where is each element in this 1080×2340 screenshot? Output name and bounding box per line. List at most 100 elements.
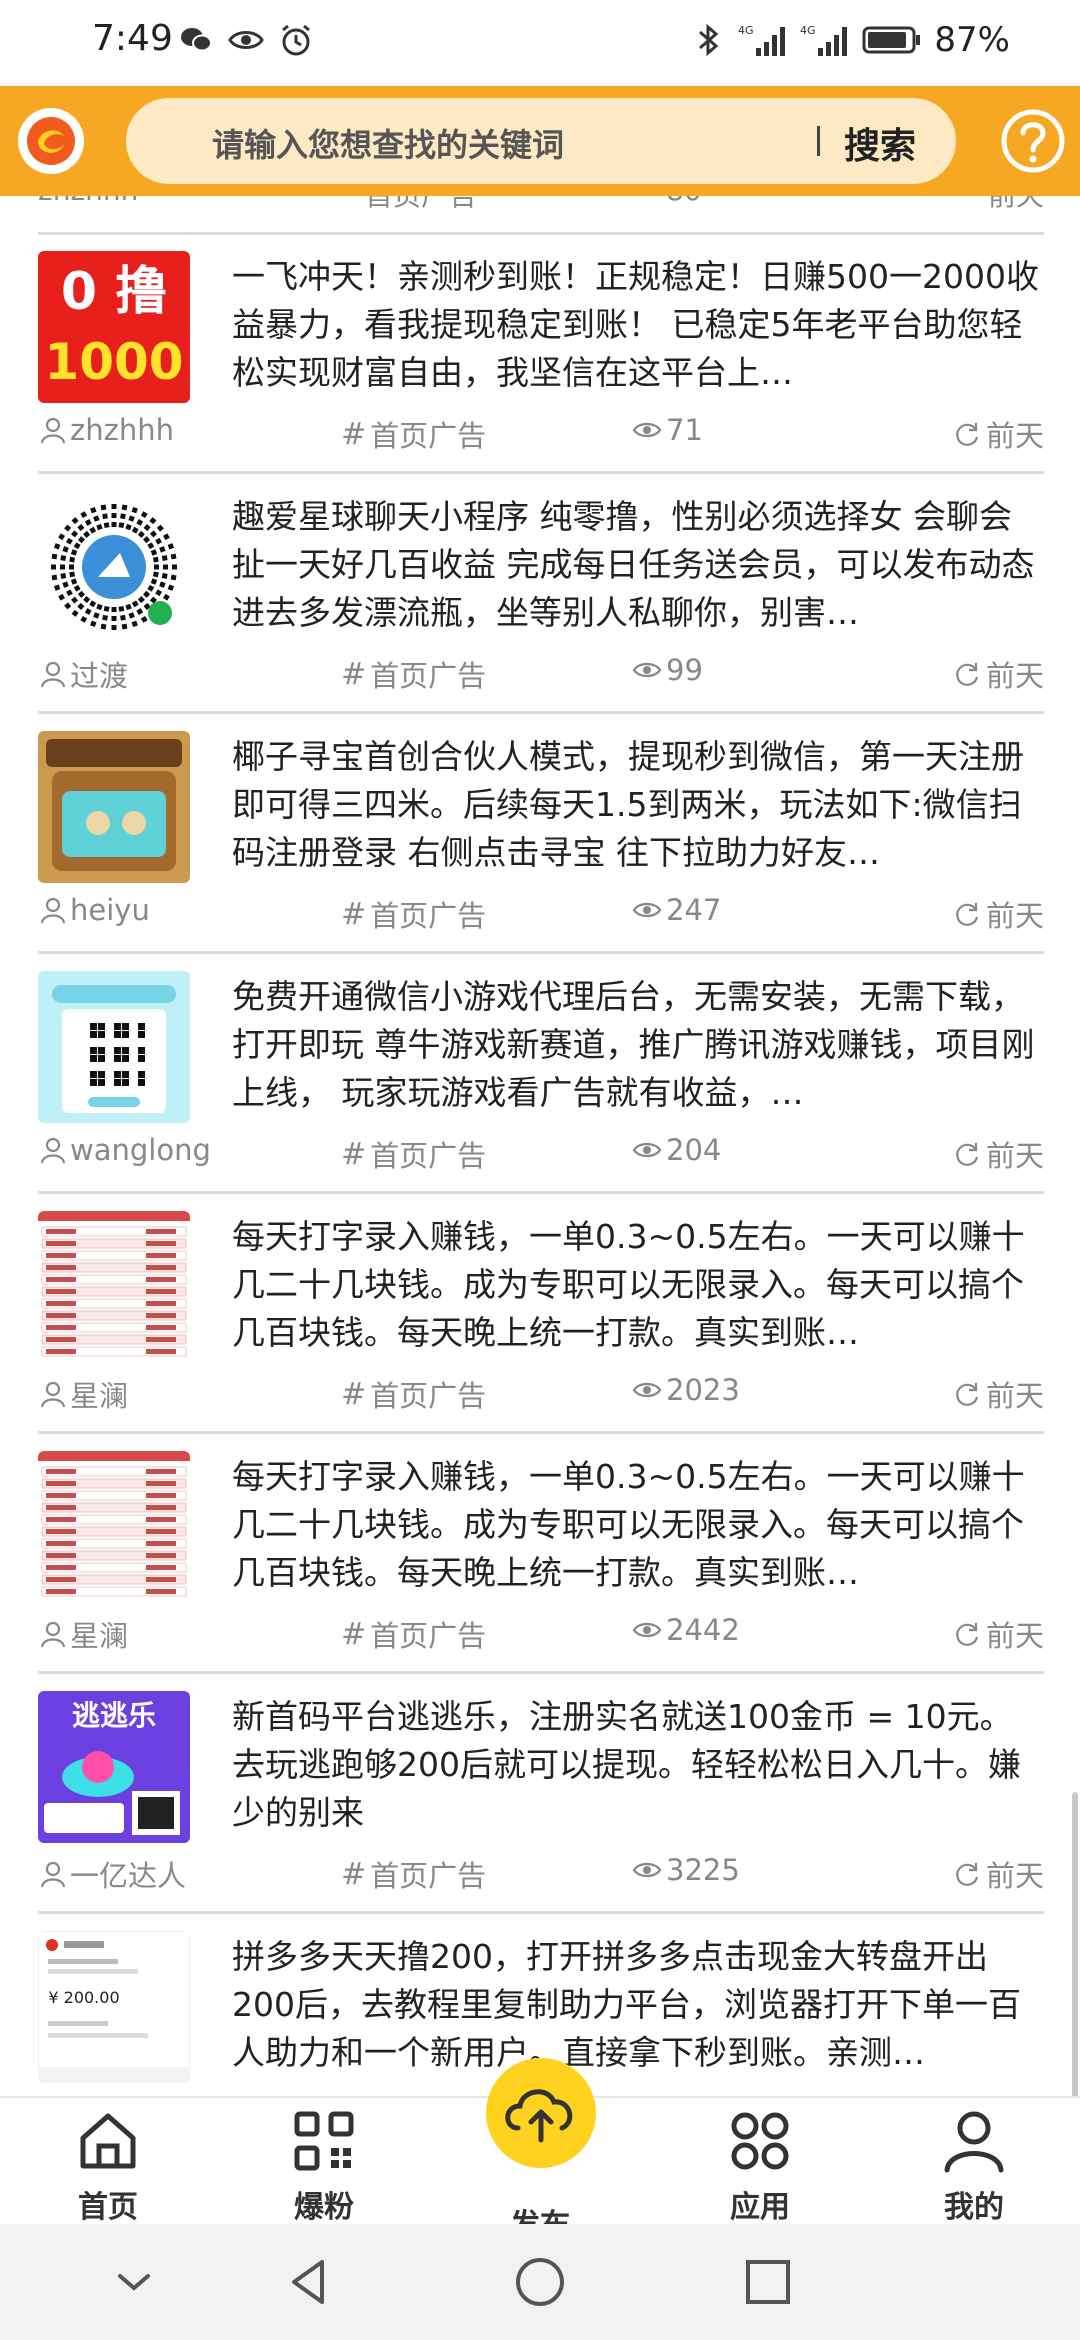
status-time: 7:49: [92, 18, 173, 59]
back-icon[interactable]: [280, 2252, 340, 2312]
list-divider: [38, 1431, 1044, 1434]
eye-icon: [632, 902, 662, 918]
eye-icon: [632, 1142, 662, 1158]
hashtag-icon: #: [341, 656, 367, 692]
partial-item-meta: zhzhhh 首页广告 80 前天: [38, 196, 1044, 212]
item-category: 首页广告: [365, 196, 477, 214]
list-divider: [38, 1671, 1044, 1674]
user-icon: [40, 1861, 66, 1888]
item-meta: zhzhhh # 首页广告 71 前天: [38, 413, 1044, 453]
user-icon: [40, 1381, 66, 1408]
nav-home-label: 首页: [78, 2190, 138, 2225]
refresh-icon: [956, 903, 979, 926]
item-author: zhzhhh: [38, 196, 138, 207]
item-text: 一飞冲天！亲测秒到账！正规稳定！日赚500一2000收益暴力，看我提现稳定到账！…: [232, 257, 1039, 392]
item-author: 一亿达人: [70, 1859, 187, 1893]
item-text: 免费开通微信小游戏代理后台，无需安装，无需下载，打开即玩 尊牛游戏新赛道，推广腾…: [232, 977, 1035, 1112]
item-meta: 星澜 # 首页广告 2442 前天: [38, 1613, 1044, 1653]
recents-icon[interactable]: [738, 2252, 798, 2312]
eye-icon: [632, 1382, 662, 1398]
qr-poster-thumb[interactable]: [38, 971, 190, 1123]
item-category: 首页广告: [370, 899, 487, 933]
item-views: 204: [666, 1133, 722, 1167]
eye-icon: [632, 1862, 662, 1878]
user-icon: [40, 897, 66, 924]
hashtag-icon: #: [341, 1136, 367, 1172]
user-icon: [944, 2111, 1004, 2173]
item-views: 2442: [666, 1613, 740, 1647]
refresh-icon: [956, 1383, 979, 1406]
item-views: 80: [666, 196, 702, 207]
list-divider: [38, 1191, 1044, 1194]
alarm-icon: [282, 24, 310, 56]
hashtag-icon: #: [341, 1376, 367, 1412]
item-category: 首页广告: [370, 1859, 487, 1893]
typing-list-thumb[interactable]: [38, 1211, 190, 1363]
item-author: 过渡: [70, 659, 129, 693]
nav-fans-label: 爆粉: [294, 2190, 354, 2225]
list-item[interactable]: 免费开通微信小游戏代理后台，无需安装，无需下载，打开即玩 尊牛游戏新赛道，推广腾…: [38, 955, 1044, 1194]
home-circle-icon[interactable]: [510, 2252, 570, 2312]
list-divider: [38, 951, 1044, 954]
list-item[interactable]: 椰子寻宝首创合伙人模式，提现秒到微信，第一天注册即可得三四米。后续每天1.5到两…: [38, 715, 1044, 954]
thumb-text: 0 撸: [61, 262, 167, 322]
item-views: 3225: [666, 1853, 740, 1887]
list-divider: [38, 711, 1044, 714]
item-meta: 一亿达人 # 首页广告 3225 前天: [38, 1853, 1044, 1893]
item-views: 71: [666, 413, 703, 447]
publish-button[interactable]: [486, 2058, 596, 2168]
pdd-withdraw-thumb[interactable]: ¥ 200.00: [38, 1931, 190, 2083]
list-item[interactable]: 0 撸 1000 一飞冲天！亲测秒到账！正规稳定！日赚500一2000收益暴力，看我…: [38, 235, 1044, 474]
nav-home[interactable]: 首页: [38, 2108, 178, 2226]
collapse-icon[interactable]: [104, 2252, 164, 2312]
zero-lu-1000-thumb[interactable]: 0 撸 1000: [38, 251, 190, 403]
hashtag-icon: #: [341, 1856, 367, 1892]
search-bar[interactable]: 请输入您想查找的关键词 搜索: [126, 98, 956, 184]
thumb-text: 逃逃乐: [72, 1699, 156, 1732]
search-button[interactable]: 搜索: [844, 117, 916, 169]
bottom-nav: 首页 爆粉 发布 应用 我的: [0, 2058, 1080, 2243]
post-list[interactable]: zhzhhh 首页广告 80 前天 0 撸 1000 一飞冲天！亲测秒到账！正规稳定…: [0, 196, 1080, 2096]
system-nav-bar: [0, 2224, 1080, 2340]
taotaole-thumb[interactable]: 逃逃乐: [38, 1691, 190, 1843]
item-time: 前天: [985, 1619, 1044, 1653]
signal-4g-icon-2: 4G: [800, 24, 848, 56]
item-time: 前天: [985, 1379, 1044, 1413]
list-item[interactable]: 每天打字录入赚钱，一单0.3~0.5左右。一天可以赚十几二十几块钱。成为专职可以…: [38, 1195, 1044, 1434]
wechat-icon: [181, 28, 212, 52]
item-meta: 星澜 # 首页广告 2023 前天: [38, 1373, 1044, 1413]
item-text: 拼多多天天撸200，打开拼多多点击现金大转盘开出200后，去教程里复制助力平台，…: [232, 1937, 1021, 2072]
item-text: 每天打字录入赚钱，一单0.3~0.5左右。一天可以赚十几二十几块钱。成为专职可以…: [232, 1217, 1025, 1352]
nav-apps[interactable]: 应用: [690, 2108, 830, 2226]
item-author: heiyu: [70, 893, 150, 927]
nav-mine-label: 我的: [944, 2190, 1004, 2225]
list-divider: [38, 471, 1044, 474]
item-time: 前天: [985, 1139, 1044, 1173]
mini-program-code-thumb[interactable]: [38, 491, 190, 643]
help-icon[interactable]: [1000, 108, 1066, 174]
item-time: 前天: [985, 419, 1044, 453]
item-time: 前天: [985, 659, 1044, 693]
item-text: 椰子寻宝首创合伙人模式，提现秒到微信，第一天注册即可得三四米。后续每天1.5到两…: [232, 737, 1024, 872]
apps-icon: [731, 2112, 789, 2170]
refresh-icon: [956, 1863, 979, 1886]
item-time: 前天: [985, 1859, 1044, 1893]
item-text: 每天打字录入赚钱，一单0.3~0.5左右。一天可以赚十几二十几块钱。成为专职可以…: [232, 1457, 1025, 1592]
app-logo-icon[interactable]: [18, 108, 84, 174]
item-views: 247: [666, 893, 722, 927]
search-input[interactable]: 请输入您想查找的关键词: [212, 120, 564, 166]
list-item[interactable]: 逃逃乐 新首码平台逃逃乐，注册实名就送100金币 = 10元。去玩逃跑够200后就…: [38, 1675, 1044, 1914]
treasure-game-thumb[interactable]: [38, 731, 190, 883]
list-item[interactable]: 每天打字录入赚钱，一单0.3~0.5左右。一天可以赚十几二十几块钱。成为专职可以…: [38, 1435, 1044, 1674]
list-item[interactable]: 趣爱星球聊天小程序 纯零撸，性别必须选择女 会聊会扯一天好几百收益 完成每日任务…: [38, 475, 1044, 714]
user-icon: [40, 1621, 66, 1648]
nav-mine[interactable]: 我的: [904, 2108, 1044, 2226]
item-author: 星澜: [70, 1379, 129, 1413]
typing-list-thumb[interactable]: [38, 1451, 190, 1603]
item-author: wanglong: [70, 1133, 211, 1167]
nav-fans[interactable]: 爆粉: [254, 2108, 394, 2226]
item-meta: 过渡 # 首页广告 99 前天: [38, 653, 1044, 693]
scrollbar[interactable]: [1072, 1792, 1078, 2096]
item-author: zhzhhh: [70, 413, 174, 447]
item-author: 星澜: [70, 1619, 129, 1653]
